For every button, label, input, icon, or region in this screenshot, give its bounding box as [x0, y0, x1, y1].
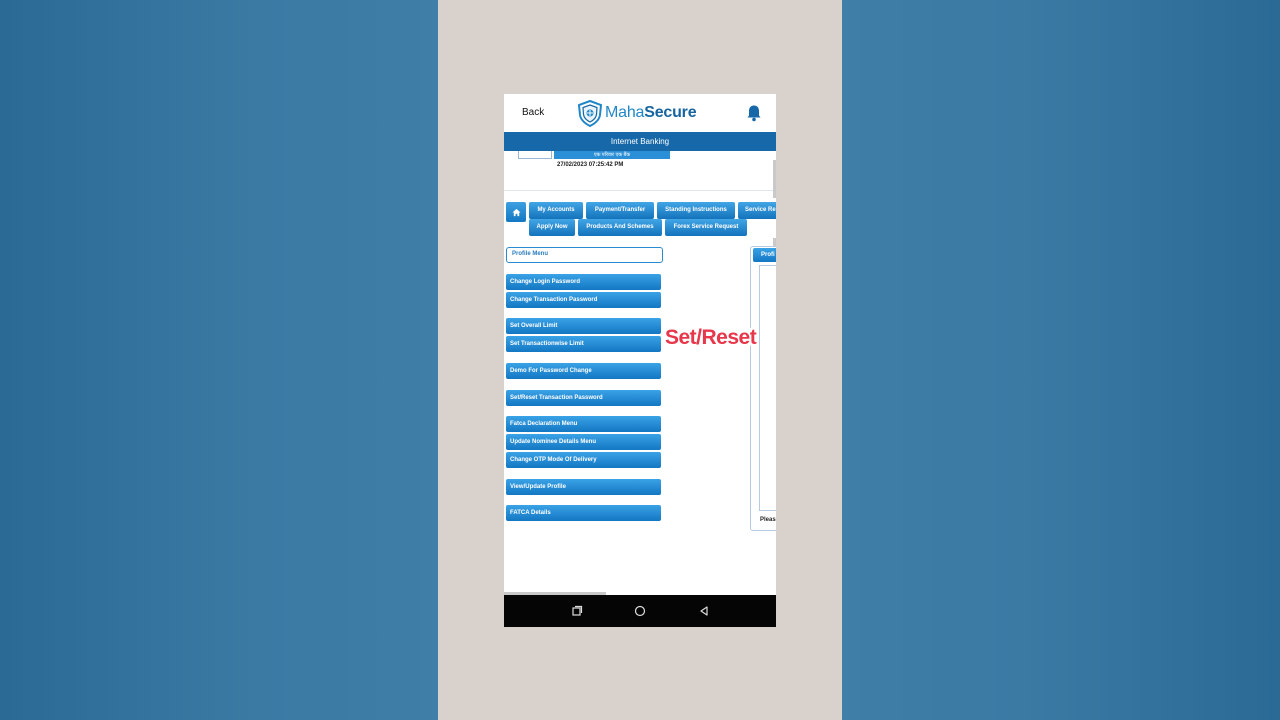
shield-logo-icon [577, 99, 603, 127]
profile-menu-header: Profile Menu [506, 247, 663, 263]
back-button[interactable]: Back [522, 107, 544, 118]
recents-square-icon[interactable] [570, 604, 584, 618]
set-reset-transaction-password-button[interactable]: Set/Reset Transaction Password [506, 390, 661, 406]
profile-panel-note: Pleas [760, 517, 776, 523]
set-reset-caption: Set/Reset [665, 326, 757, 349]
banner-tagline: एक परिवार एक बैंक [554, 151, 670, 159]
view-update-profile-button[interactable]: View/Update Profile [506, 479, 661, 495]
logo-text-maha: Maha [605, 104, 645, 121]
tab-payment-transfer[interactable]: Payment/Transfer [586, 202, 654, 219]
tab-products-and-schemes[interactable]: Products And Schemes [578, 219, 662, 236]
tab-service-request[interactable]: Service Re [738, 202, 776, 219]
banner-area: एक परिवार एक बैंक 27/02/2023 07:25:42 PM [504, 151, 776, 191]
set-transactionwise-limit-button[interactable]: Set Transactionwise Limit [506, 336, 661, 352]
tab-standing-instructions[interactable]: Standing Instructions [657, 202, 735, 219]
android-nav-bar [504, 595, 776, 627]
profile-panel-content [759, 265, 776, 511]
main-nav: My Accounts Payment/Transfer Standing In… [504, 198, 776, 238]
login-datetime: 27/02/2023 07:25:42 PM [557, 162, 624, 168]
phone-screen: Back MahaSecure Internet Banking एक परिव… [504, 94, 776, 627]
change-transaction-password-button[interactable]: Change Transaction Password [506, 292, 661, 308]
change-otp-mode-button[interactable]: Change OTP Mode Of Delivery [506, 452, 661, 468]
set-overall-limit-button[interactable]: Set Overall Limit [506, 318, 661, 334]
tab-my-accounts[interactable]: My Accounts [529, 202, 583, 219]
bell-icon[interactable] [746, 104, 762, 122]
profile-content-panel: Profi Pleas [750, 246, 776, 531]
home-circle-icon[interactable] [633, 604, 647, 618]
banner-logo [518, 151, 552, 159]
profile-panel-tab: Profi [753, 248, 776, 262]
change-login-password-button[interactable]: Change Login Password [506, 274, 661, 290]
tab-apply-now[interactable]: Apply Now [529, 219, 575, 236]
demo-password-change-button[interactable]: Demo For Password Change [506, 363, 661, 379]
internet-banking-bar: Internet Banking [504, 132, 776, 151]
logo-text-secure: Secure [644, 104, 697, 121]
fatca-details-button[interactable]: FATCA Details [506, 505, 661, 521]
home-tab[interactable] [506, 202, 526, 222]
update-nominee-details-button[interactable]: Update Nominee Details Menu [506, 434, 661, 450]
tab-forex-service-request[interactable]: Forex Service Request [665, 219, 747, 236]
back-triangle-icon[interactable] [697, 604, 711, 618]
mahasecure-logo: MahaSecure [576, 99, 697, 127]
app-header: Back MahaSecure [504, 94, 776, 132]
home-icon [511, 208, 521, 216]
fatca-declaration-menu-button[interactable]: Fatca Declaration Menu [506, 416, 661, 432]
